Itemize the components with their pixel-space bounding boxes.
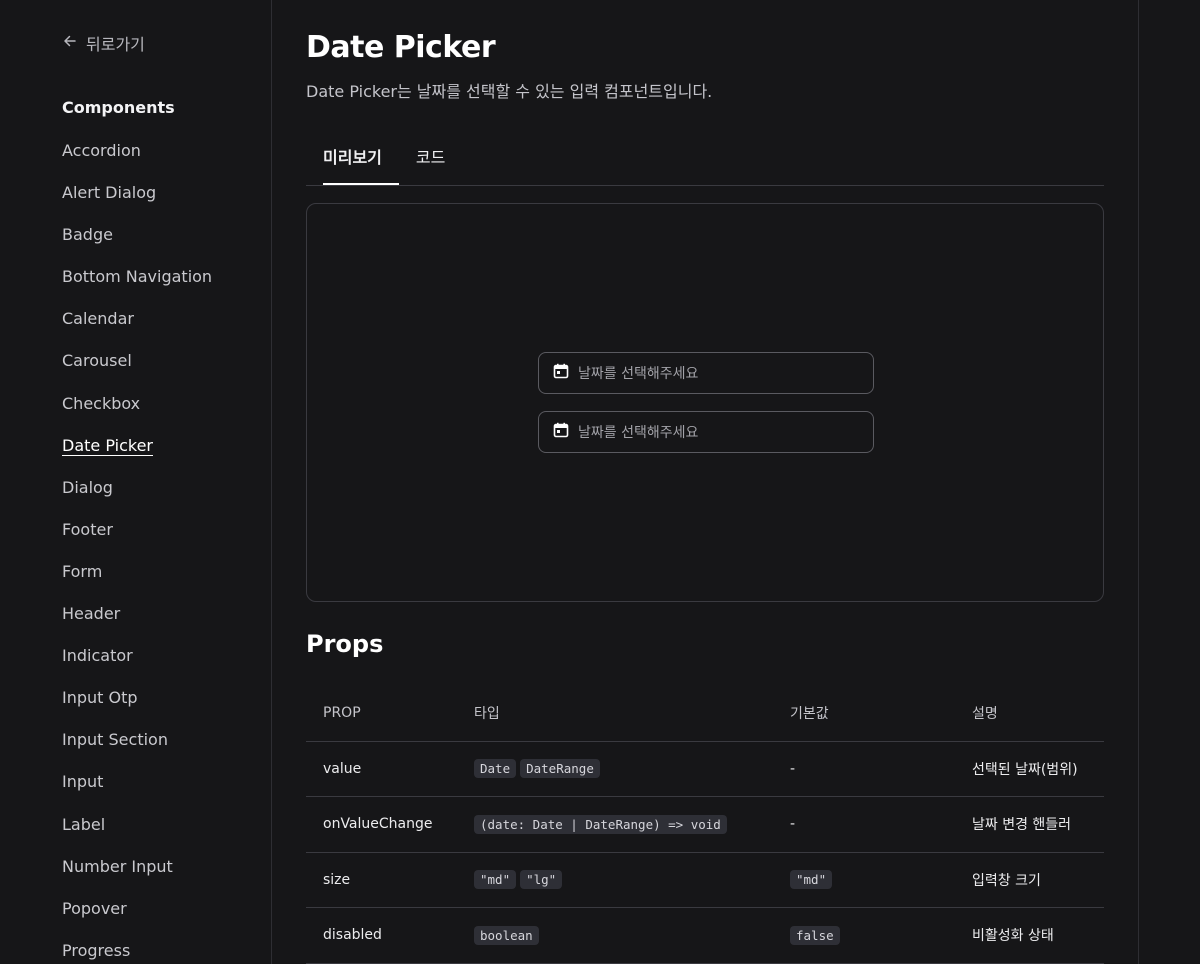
back-link[interactable]: 뒤로가기 [62,31,145,55]
sidebar: 뒤로가기 Components Accordion Alert Dialog Bad… [0,0,272,964]
prop-name: onValueChange [306,796,457,853]
date-range-picker-input[interactable]: 날짜를 선택해주세요 [538,411,874,453]
sidebar-item-checkbox[interactable]: Checkbox [62,393,212,435]
sidebar-item-header[interactable]: Header [62,603,212,645]
sidebar-item-form[interactable]: Form [62,561,212,603]
sidebar-item-input-section[interactable]: Input Section [62,729,212,771]
type-badge: "md" [474,870,517,890]
sidebar-item-label[interactable]: Label [62,814,212,856]
prop-type: (date: Date | DateRange) => void [457,796,773,853]
props-body: value Date DateRange - 선택된 날짜(범위) onValueChan… [306,741,1104,964]
arrow-left-icon [62,33,78,53]
prop-type: "md" "lg" [457,852,773,908]
page-title: Date Picker [306,30,496,65]
sidebar-item-input[interactable]: Input [62,771,212,813]
preview-panel: 날짜를 선택해주세요 날짜를 선택해주세요 [306,203,1104,602]
calendar-icon [553,422,569,442]
calendar-icon [553,363,569,383]
props-title: Props [306,630,384,658]
back-label: 뒤로가기 [86,35,145,54]
sidebar-item-calendar[interactable]: Calendar [62,308,212,350]
default-badge: false [790,925,840,945]
type-badge: Date [474,759,517,779]
sidebar-nav: Accordion Alert Dialog Badge Bottom Navigat… [62,140,212,964]
prop-description: 입력창 크기 [955,852,1104,908]
prop-description: 날짜 변경 핸들러 [955,796,1104,853]
header-description: 설명 [955,686,1104,742]
prop-default: - [773,741,955,797]
date-range-picker-placeholder: 날짜를 선택해주세요 [578,425,699,441]
table-row: size "md" "lg" "md" 입력창 크기 [306,852,1104,908]
prop-default: false [773,907,955,964]
page-description: Date Picker는 날짜를 선택할 수 있는 입력 컴포넌트입니다. [306,82,713,101]
header-type: 타입 [457,686,773,742]
sidebar-item-popover[interactable]: Popover [62,898,212,940]
sidebar-item-bottom-navigation[interactable]: Bottom Navigation [62,266,212,308]
sidebar-item-number-input[interactable]: Number Input [62,856,212,898]
date-picker-input[interactable]: 날짜를 선택해주세요 [538,352,874,394]
props-table: PROP 타입 기본값 설명 value Date DateRange - 선택된 날짜… [306,686,1104,964]
table-row: onValueChange (date: Date | DateRange) =>… [306,796,1104,853]
prop-name: size [306,852,457,908]
table-row: value Date DateRange - 선택된 날짜(범위) [306,741,1104,797]
prop-default: "md" [773,852,955,908]
tab-bar: 미리보기 코드 [306,138,1104,186]
sidebar-item-footer[interactable]: Footer [62,519,212,561]
sidebar-item-indicator[interactable]: Indicator [62,645,212,687]
header-prop: PROP [306,686,457,742]
sidebar-item-date-picker[interactable]: Date Picker [62,435,212,477]
prop-type: Date DateRange [457,741,773,797]
prop-name: disabled [306,907,457,964]
type-badge: boolean [474,925,539,945]
type-badge: (date: Date | DateRange) => void [474,814,727,834]
default-badge: "md" [790,870,833,890]
tab-preview[interactable]: 미리보기 [306,138,399,185]
type-badge: DateRange [520,759,600,779]
header-default: 기본값 [773,686,955,742]
table-row: disabled boolean false 비활성화 상태 [306,907,1104,964]
sidebar-item-alert-dialog[interactable]: Alert Dialog [62,182,212,224]
sidebar-item-carousel[interactable]: Carousel [62,350,212,392]
sidebar-item-progress[interactable]: Progress [62,940,212,964]
tab-code[interactable]: 코드 [399,138,462,185]
props-header-row: PROP 타입 기본값 설명 [306,686,1104,742]
prop-description: 선택된 날짜(범위) [955,741,1104,797]
sidebar-item-input-otp[interactable]: Input Otp [62,687,212,729]
type-badge: "lg" [520,870,563,890]
sidebar-section-title: Components [62,98,175,117]
sidebar-item-badge[interactable]: Badge [62,224,212,266]
prop-type: boolean [457,907,773,964]
sidebar-item-accordion[interactable]: Accordion [62,140,212,182]
main-content: Date Picker Date Picker는 날짜를 선택할 수 있는 입력… [273,0,1139,964]
prop-name: value [306,741,457,797]
prop-default: - [773,796,955,853]
prop-description: 비활성화 상태 [955,907,1104,964]
date-picker-placeholder: 날짜를 선택해주세요 [578,366,699,382]
sidebar-item-dialog[interactable]: Dialog [62,477,212,519]
